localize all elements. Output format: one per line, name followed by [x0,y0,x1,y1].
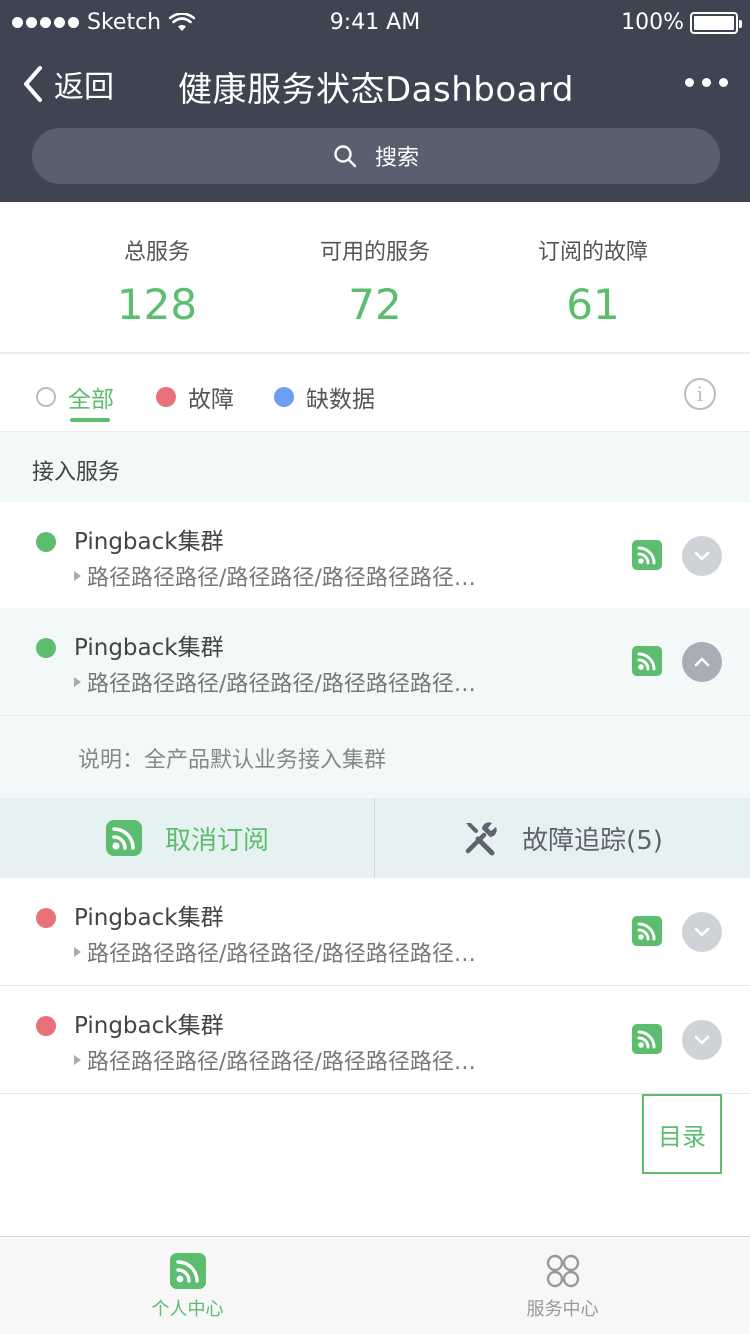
header: Sketch 9:41 AM 100% 返回 健康服务状态Dashboard 搜… [0,0,750,202]
tab-personal-center[interactable]: 个人中心 [0,1237,375,1334]
rss-icon[interactable] [632,1024,662,1054]
chevron-left-icon [24,66,42,102]
caret-right-icon [74,1055,81,1065]
grid-icon [546,1254,579,1288]
expand-button[interactable] [682,536,722,576]
rss-icon [169,1253,206,1289]
rss-icon[interactable] [632,646,662,676]
service-row[interactable]: Pingback集群 路径路径路径/路径路径/路径路径路径… [0,878,750,986]
more-button[interactable] [685,78,728,87]
unsubscribe-label: 取消订阅 [164,825,269,856]
filter-label: 全部 [68,387,114,413]
service-path: 路径路径路径/路径路径/路径路径路径… [87,672,476,697]
filter-bar: 全部 故障 缺数据 [0,356,750,432]
chevron-up-icon [694,657,710,667]
status-dot-icon [36,532,56,552]
service-path: 路径路径路径/路径路径/路径路径路径… [87,566,476,591]
status-dot-icon [36,638,56,658]
rss-icon[interactable] [632,540,662,570]
service-row[interactable]: Pingback集群 路径路径路径/路径路径/路径路径路径… [0,608,750,716]
caret-right-icon [74,677,81,687]
battery-icon [690,11,742,34]
page-title: 健康服务状态Dashboard [178,70,574,110]
navigation-bar: 返回 健康服务状态Dashboard [0,56,750,112]
stat-value: 72 [348,280,402,329]
red-dot-icon [156,387,176,407]
service-name: Pingback集群 [74,529,224,555]
stat-available-services: 可用的服务 72 [266,202,484,352]
service-name: Pingback集群 [74,905,224,931]
stat-label: 订阅的故障 [537,240,648,265]
stat-label: 可用的服务 [319,240,430,265]
tab-bar: 个人中心 服务中心 [0,1236,750,1334]
chevron-down-icon [694,927,710,937]
info-icon[interactable]: i [684,378,716,410]
more-icon [685,78,694,87]
caret-right-icon [74,947,81,957]
fault-trace-label: 故障追踪(5) [522,825,663,856]
service-name: Pingback集群 [74,1013,224,1039]
status-bar: Sketch 9:41 AM 100% [0,6,750,40]
filter-tab-no-data[interactable]: 缺数据 [274,380,375,414]
rss-icon[interactable] [632,916,662,946]
search-bar[interactable]: 搜索 [32,128,720,184]
expand-button[interactable] [682,1020,722,1060]
stat-value: 61 [566,280,620,329]
expand-button[interactable] [682,912,722,952]
tab-service-center[interactable]: 服务中心 [375,1237,750,1334]
chevron-down-icon [694,1035,710,1045]
radio-icon [36,387,56,407]
blue-dot-icon [274,387,294,407]
active-tab-indicator [70,418,110,422]
service-name: Pingback集群 [74,635,224,661]
section-title: 接入服务 [32,460,121,485]
filter-tab-fault[interactable]: 故障 [156,380,234,414]
battery-percent: 100% [621,10,684,35]
unsubscribe-button[interactable]: 取消订阅 [0,798,375,878]
stat-label: 总服务 [123,240,190,265]
status-dot-icon [36,1016,56,1036]
fault-trace-button[interactable]: 故障追踪(5) [375,798,750,878]
stats-panel: 总服务 128 可用的服务 72 订阅的故障 61 [0,202,750,354]
stat-total-services: 总服务 128 [48,202,266,352]
toc-button[interactable]: 目录 [642,1094,722,1174]
section-header: 接入服务 [0,432,750,502]
chevron-down-icon [694,551,710,561]
description-text: 说明：全产品默认业务接入集群 [78,748,387,773]
stat-subscribed-faults: 订阅的故障 61 [484,202,702,352]
filter-tab-all[interactable]: 全部 [36,380,114,414]
filter-label: 缺数据 [306,387,375,413]
search-icon [334,145,357,168]
service-path: 路径路径路径/路径路径/路径路径路径… [87,942,476,967]
back-label: 返回 [54,70,114,105]
tab-label: 服务中心 [526,1299,599,1320]
collapse-button[interactable] [682,642,722,682]
tools-icon [465,822,497,856]
service-row[interactable]: Pingback集群 路径路径路径/路径路径/路径路径路径… [0,502,750,610]
search-placeholder: 搜索 [374,146,419,171]
service-row[interactable]: Pingback集群 路径路径路径/路径路径/路径路径路径… [0,986,750,1094]
filter-label: 故障 [188,387,234,413]
service-path: 路径路径路径/路径路径/路径路径路径… [87,1050,476,1075]
tab-label: 个人中心 [151,1299,224,1320]
service-actions: 取消订阅 故障追踪(5) [0,798,750,878]
stat-value: 128 [116,280,198,329]
back-button[interactable]: 返回 [22,62,114,106]
caret-right-icon [74,571,81,581]
rss-icon [105,820,142,856]
status-dot-icon [36,908,56,928]
service-description: 说明：全产品默认业务接入集群 [0,716,750,798]
